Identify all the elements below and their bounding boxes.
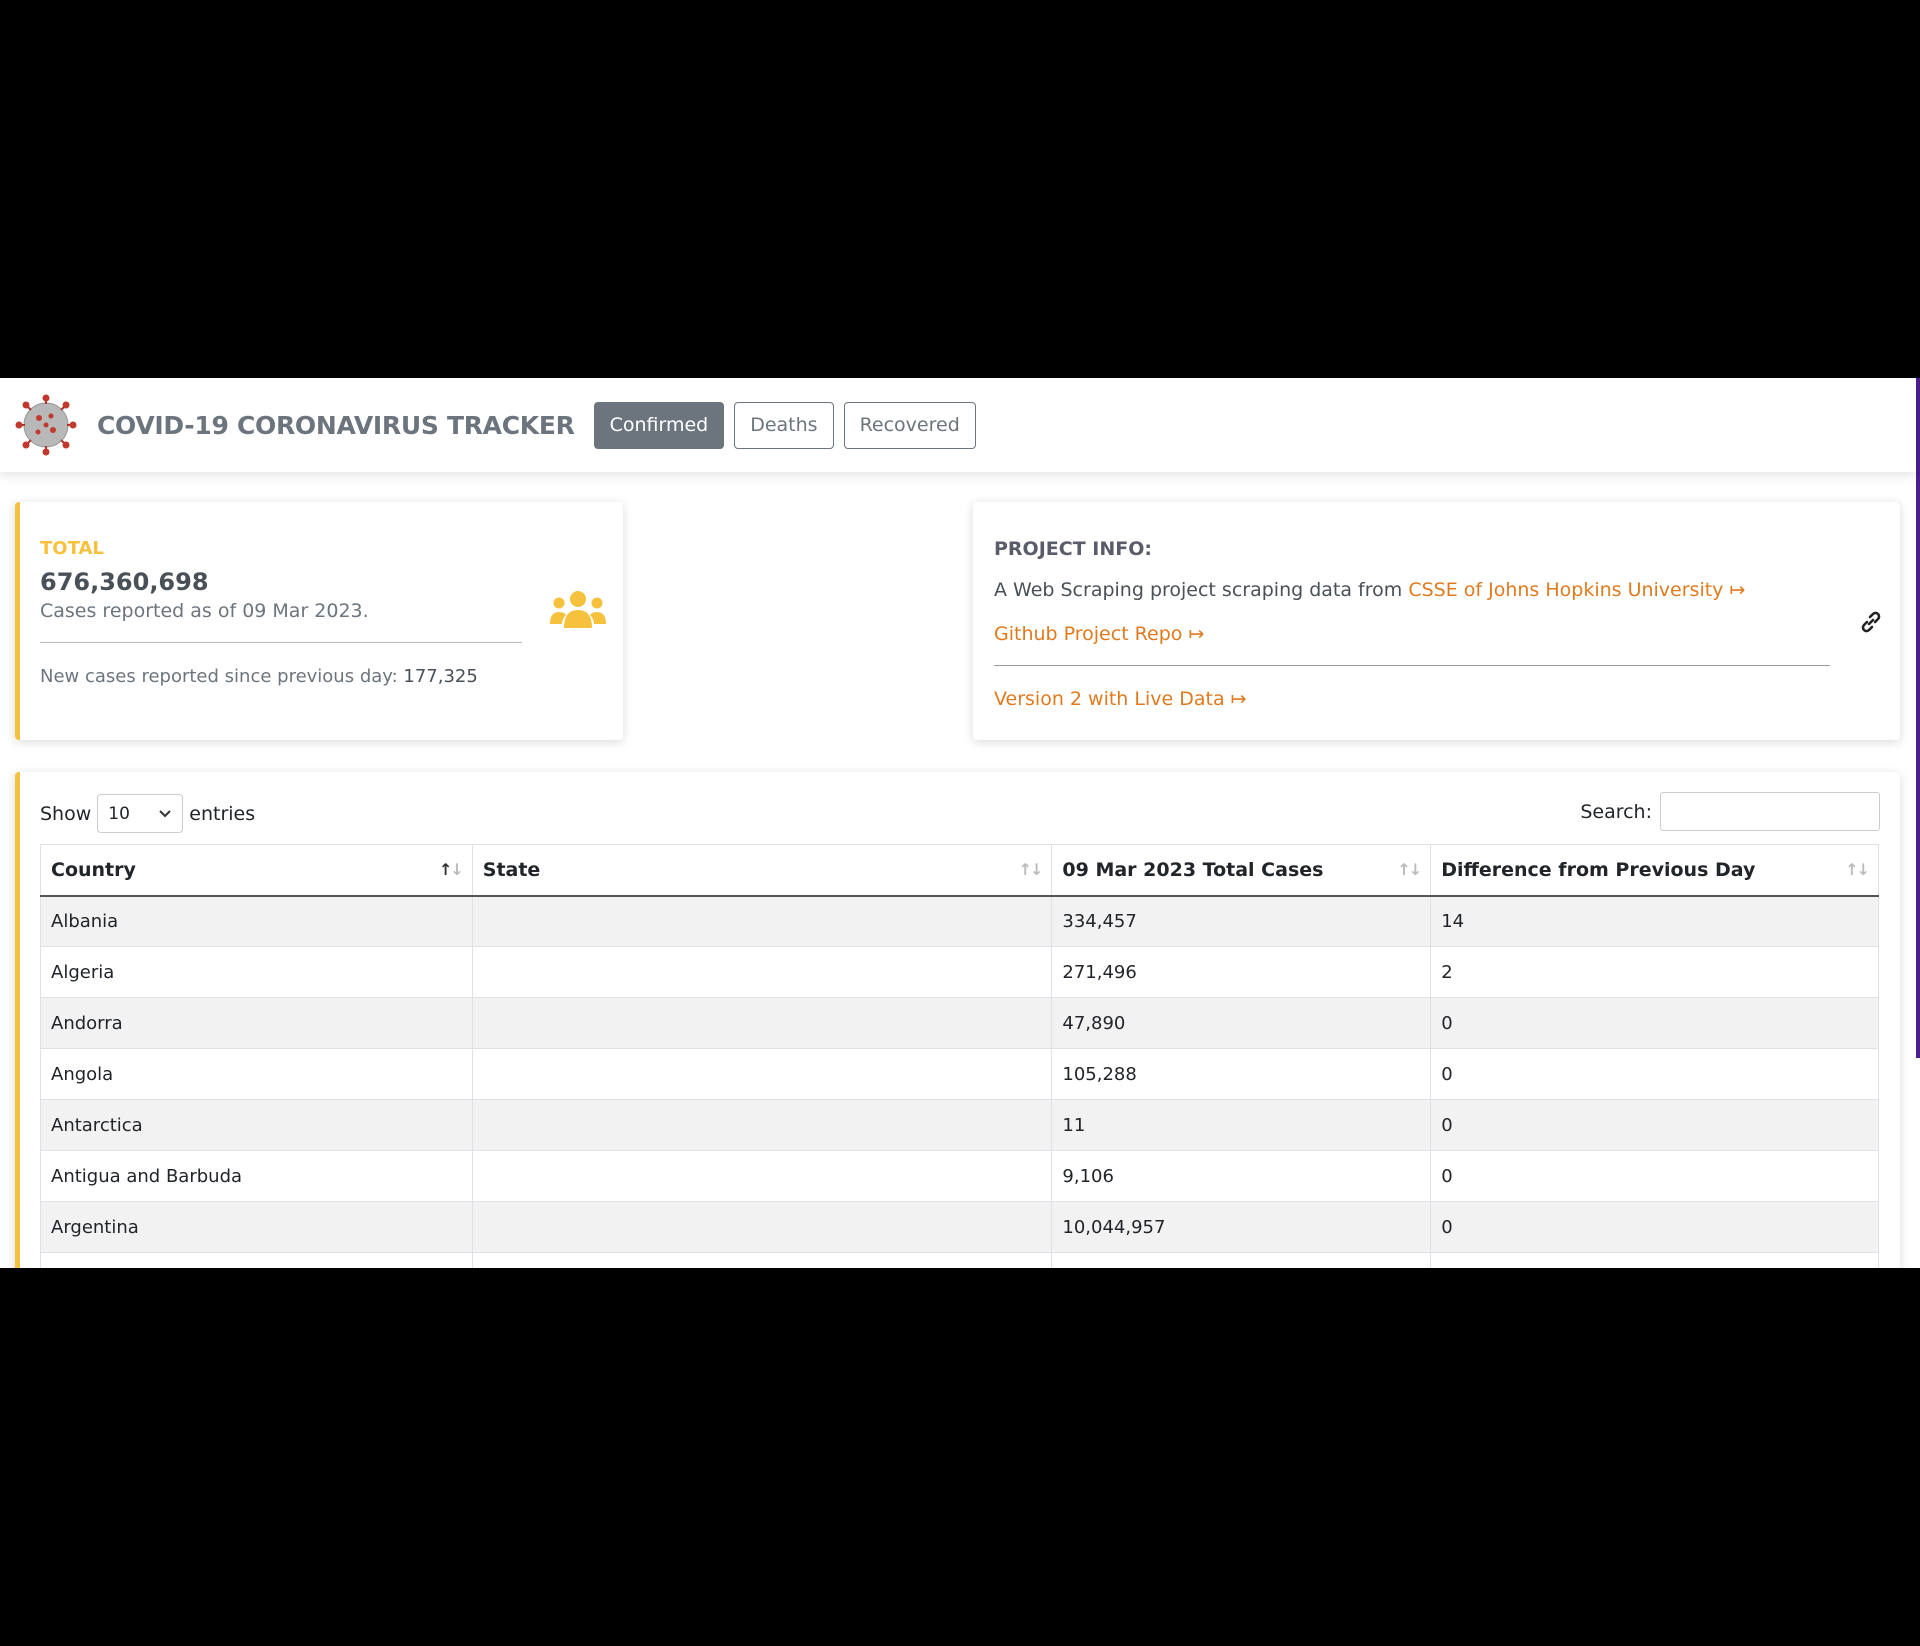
table-row: Antarctica 11 0 [40, 1099, 1879, 1151]
cell-difference: 0 [1430, 997, 1879, 1049]
show-label: Show [40, 802, 92, 825]
divider [994, 665, 1830, 666]
search-label: Search: [1580, 800, 1652, 823]
cell-state [471, 1048, 1053, 1100]
entries-label: entries [189, 802, 256, 825]
table-row: Antigua and Barbuda 9,106 0 [40, 1150, 1879, 1202]
jhu-csse-link[interactable]: CSSE of Johns Hopkins University ↦ [1408, 579, 1745, 601]
table-header-row: Country ↑↓ State ↑↓ 09 Mar 2023 Total Case… [40, 844, 1879, 897]
cell-country: Argentina [40, 1201, 473, 1253]
deaths-button[interactable]: Deaths [734, 401, 834, 449]
cell-total-cases: 11 [1051, 1099, 1432, 1151]
column-header-total-cases[interactable]: 09 Mar 2023 Total Cases ↑↓ [1051, 844, 1432, 897]
cell-state [471, 1201, 1053, 1253]
entries-select[interactable]: 10 [97, 794, 184, 833]
cell-state [471, 997, 1053, 1049]
cell-country: Andorra [40, 997, 473, 1049]
cell-state [471, 1150, 1053, 1202]
total-label: TOTAL [40, 538, 104, 559]
cell-state [471, 895, 1053, 947]
table-row: Argentina 10,044,957 0 [40, 1201, 1879, 1253]
search-input[interactable] [1660, 792, 1880, 831]
project-description-text: A Web Scraping project scraping data fro… [994, 579, 1409, 601]
recovered-button[interactable]: Recovered [843, 401, 976, 449]
total-card: TOTAL 676,360,698 Cases reported as of 0… [15, 502, 623, 740]
users-icon [550, 591, 606, 628]
total-value: 676,360,698 [40, 568, 209, 596]
total-subtitle: Cases reported as of 09 Mar 2023. [40, 600, 369, 622]
cases-table-card: Show 10 entries Search: Country ↑↓ State ↑… [15, 772, 1900, 1268]
cell-total-cases: 271,496 [1051, 946, 1432, 998]
navbar: COVID-19 CORONAVIRUS TRACKER Confirmed D… [0, 378, 1916, 472]
metric-toggle-group: Confirmed Deaths Recovered [593, 401, 986, 449]
cases-table: Country ↑↓ State ↑↓ 09 Mar 2023 Total Case… [40, 844, 1879, 1268]
cell-total-cases: 47,890 [1051, 997, 1432, 1049]
scrollbar-edge [1916, 378, 1920, 1058]
cell-country: Albania [40, 895, 473, 947]
new-cases-value: 177,325 [403, 666, 478, 687]
cell-difference [1430, 1252, 1879, 1268]
column-header-difference[interactable]: Difference from Previous Day ↑↓ [1430, 844, 1879, 897]
app-title: COVID-19 CORONAVIRUS TRACKER [97, 410, 575, 440]
cell-state [471, 946, 1053, 998]
search-control: Search: [1580, 792, 1880, 831]
table-row [40, 1252, 1879, 1268]
cell-difference: 0 [1430, 1201, 1879, 1253]
sort-icon: ↑↓ [1397, 860, 1422, 879]
cell-difference: 0 [1430, 1150, 1879, 1202]
cell-difference: 0 [1430, 1099, 1879, 1151]
project-info-card: PROJECT INFO: A Web Scraping project scr… [973, 502, 1900, 740]
cell-state [471, 1099, 1053, 1151]
cell-total-cases: 105,288 [1051, 1048, 1432, 1100]
version2-link[interactable]: Version 2 with Live Data ↦ [994, 688, 1247, 710]
table-row: Angola 105,288 0 [40, 1048, 1879, 1100]
cell-difference: 2 [1430, 946, 1879, 998]
divider [40, 642, 522, 643]
link-icon[interactable] [1859, 610, 1883, 634]
column-header-country[interactable]: Country ↑↓ [40, 844, 473, 897]
cell-difference: 0 [1430, 1048, 1879, 1100]
table-row: Algeria 271,496 2 [40, 946, 1879, 998]
cell-country: Antarctica [40, 1099, 473, 1151]
entries-control: Show 10 entries [40, 794, 255, 833]
table-row: Albania 334,457 14 [40, 895, 1879, 947]
confirmed-button[interactable]: Confirmed [593, 401, 725, 449]
cell-country: Algeria [40, 946, 473, 998]
cell-difference: 14 [1430, 895, 1879, 947]
new-cases-text: New cases reported since previous day: 1… [40, 666, 478, 687]
sort-icon: ↑↓ [1018, 860, 1044, 879]
project-info-title: PROJECT INFO: [994, 538, 1152, 560]
cell-country [40, 1252, 473, 1268]
project-description: A Web Scraping project scraping data fro… [994, 579, 1745, 601]
virus-logo-icon[interactable] [15, 394, 77, 456]
table-row: Andorra 47,890 0 [40, 997, 1879, 1049]
new-cases-label: New cases reported since previous day: [40, 666, 404, 687]
sort-icon: ↑↓ [438, 860, 464, 879]
cell-total-cases [1051, 1252, 1432, 1268]
github-repo-link[interactable]: Github Project Repo ↦ [994, 623, 1204, 645]
column-header-state[interactable]: State ↑↓ [471, 844, 1053, 897]
cell-country: Angola [40, 1048, 473, 1100]
cell-total-cases: 334,457 [1051, 895, 1432, 947]
cell-total-cases: 10,044,957 [1051, 1201, 1432, 1253]
cell-country: Antigua and Barbuda [40, 1150, 473, 1202]
sort-icon: ↑↓ [1845, 860, 1870, 879]
cell-state [471, 1252, 1053, 1268]
chevron-down-icon [159, 809, 171, 817]
cell-total-cases: 9,106 [1051, 1150, 1432, 1202]
entries-select-value: 10 [108, 803, 130, 824]
app-viewport: COVID-19 CORONAVIRUS TRACKER Confirmed D… [0, 378, 1920, 1268]
